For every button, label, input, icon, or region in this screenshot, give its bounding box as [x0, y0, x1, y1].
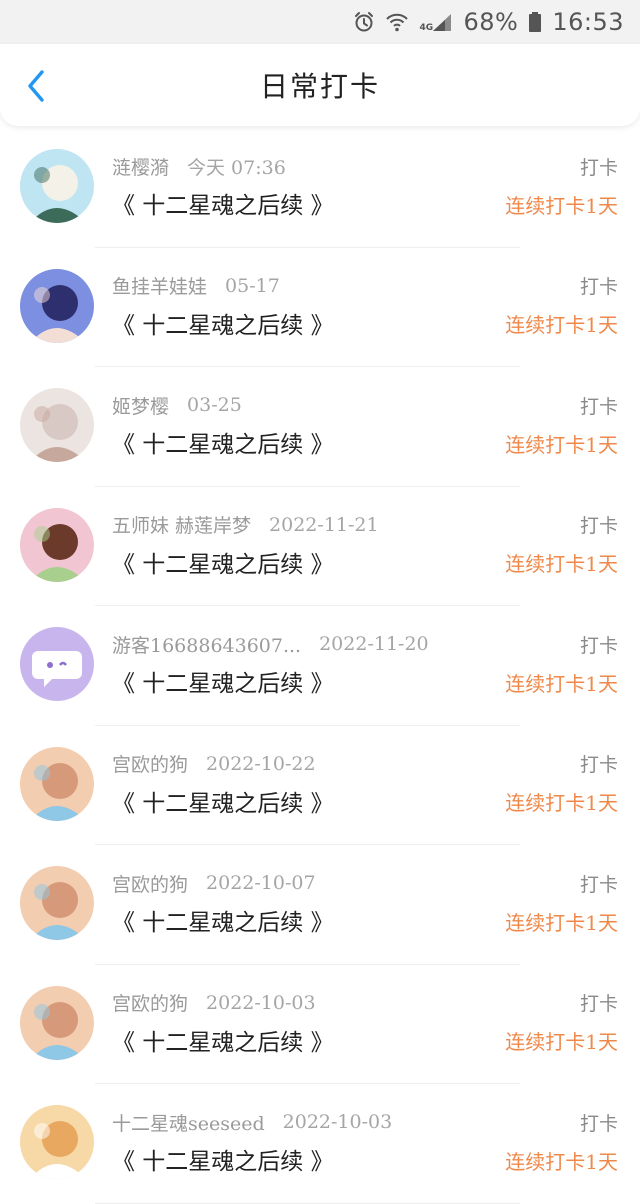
user-avatar-image: [20, 1105, 94, 1179]
checkin-row[interactable]: 十二星魂seeseed 2022-10-03 《 十二星魂之后续 》 打卡 连续…: [0, 1084, 640, 1204]
work-title[interactable]: 《 十二星魂之后续 》: [112, 903, 334, 937]
streak-badge: 连续打卡1天: [505, 193, 618, 218]
user-name[interactable]: 宫欧的狗: [112, 989, 188, 1016]
user-avatar-image: [20, 985, 94, 1060]
work-title[interactable]: 《 十二星魂之后续 》: [112, 545, 334, 579]
chat-bubble-avatar-icon: [20, 627, 94, 701]
checkin-label: 打卡: [579, 754, 618, 776]
checkin-date: 2022-10-07: [206, 872, 316, 894]
user-name[interactable]: 宫欧的狗: [112, 750, 188, 777]
page-title: 日常打卡: [259, 70, 380, 103]
avatar[interactable]: [20, 985, 94, 1060]
meta-line: 十二星魂seeseed 2022-10-03: [112, 1108, 392, 1136]
meta-line: 五师妹 赫莲岸梦 2022-11-21: [112, 511, 379, 539]
status-bar: 4G 68% 16:53: [0, 0, 640, 44]
meta-line: 涟樱漪 今天 07:36: [112, 152, 286, 180]
streak-badge: 连续打卡1天: [505, 791, 618, 815]
user-avatar-image: [20, 746, 94, 821]
work-title[interactable]: 《 十二星魂之后续 》: [112, 1023, 334, 1057]
checkin-label: 打卡: [579, 993, 618, 1015]
network-type: 4G: [419, 23, 434, 33]
meta-line: 游客16688643607... 2022-11-20: [112, 630, 429, 658]
avatar[interactable]: [20, 268, 94, 343]
user-name[interactable]: 游客16688643607...: [112, 631, 301, 658]
checkin-row[interactable]: 宫欧的狗 2022-10-03 《 十二星魂之后续 》 打卡 连续打卡1天: [0, 965, 640, 1084]
meta-line: 姬梦樱 03-25: [112, 391, 242, 419]
signal-icon: 4G: [419, 11, 453, 33]
avatar[interactable]: [20, 627, 94, 701]
checkin-row[interactable]: 游客16688643607... 2022-11-20 《 十二星魂之后续 》 …: [0, 606, 640, 726]
avatar[interactable]: [20, 1105, 94, 1179]
meta-line: 宫欧的狗 2022-10-07: [112, 869, 316, 897]
work-title[interactable]: 《 十二星魂之后续 》: [112, 784, 334, 818]
user-avatar-image: [20, 149, 94, 223]
battery-icon: [528, 11, 542, 33]
user-name[interactable]: 涟樱漪: [112, 153, 169, 180]
avatar[interactable]: [20, 507, 94, 582]
checkin-row[interactable]: 宫欧的狗 2022-10-07 《 十二星魂之后续 》 打卡 连续打卡1天: [0, 845, 640, 965]
checkin-date: 2022-10-03: [282, 1111, 393, 1133]
checkin-row[interactable]: 姬梦樱 03-25 《 十二星魂之后续 》 打卡 连续打卡1天: [0, 367, 640, 487]
user-avatar-image: [20, 507, 94, 582]
row-divider: [95, 1202, 520, 1204]
user-name[interactable]: 十二星魂seeseed: [112, 1109, 265, 1136]
header-bar: 日常打卡: [0, 44, 640, 126]
checkin-label: 打卡: [579, 1112, 618, 1135]
alarm-icon: [353, 11, 375, 33]
status-icons: 4G 68% 16:53: [353, 5, 624, 39]
checkin-row[interactable]: 五师妹 赫莲岸梦 2022-11-21 《 十二星魂之后续 》 打卡 连续打卡1…: [0, 487, 640, 606]
user-name[interactable]: 五师妹 赫莲岸梦: [112, 511, 251, 538]
streak-badge: 连续打卡1天: [505, 1149, 618, 1174]
streak-badge: 连续打卡1天: [505, 432, 618, 457]
checkin-label: 打卡: [579, 395, 618, 418]
avatar[interactable]: [20, 746, 94, 821]
avatar[interactable]: [20, 866, 94, 940]
checkin-date: 今天 07:36: [187, 156, 286, 179]
avatar[interactable]: [20, 149, 94, 223]
user-avatar-image: [20, 268, 94, 343]
checkin-row[interactable]: 宫欧的狗 2022-10-22 《 十二星魂之后续 》 打卡 连续打卡1天: [0, 726, 640, 845]
checkin-label: 打卡: [579, 515, 618, 537]
user-name[interactable]: 姬梦樱: [112, 392, 169, 419]
streak-badge: 连续打卡1天: [505, 313, 618, 337]
streak-badge: 连续打卡1天: [505, 671, 618, 696]
checkin-label: 打卡: [579, 873, 618, 896]
streak-badge: 连续打卡1天: [505, 1030, 618, 1054]
checkin-label: 打卡: [579, 634, 618, 657]
work-title[interactable]: 《 十二星魂之后续 》: [112, 186, 334, 220]
checkin-date: 2022-10-22: [206, 752, 316, 775]
work-title[interactable]: 《 十二星魂之后续 》: [112, 664, 334, 698]
user-name[interactable]: 宫欧的狗: [112, 870, 188, 897]
clock: 16:53: [552, 8, 624, 36]
user-avatar-image: [20, 866, 94, 940]
streak-badge: 连续打卡1天: [505, 552, 618, 576]
checkin-label: 打卡: [579, 276, 618, 298]
avatar[interactable]: [20, 388, 94, 462]
meta-line: 宫欧的狗 2022-10-03: [112, 989, 316, 1017]
streak-badge: 连续打卡1天: [505, 910, 618, 935]
work-title[interactable]: 《 十二星魂之后续 》: [112, 306, 334, 340]
checkin-row[interactable]: 鱼挂羊娃娃 05-17 《 十二星魂之后续 》 打卡 连续打卡1天: [0, 248, 640, 367]
battery-percent: 68%: [463, 8, 519, 36]
user-avatar-image: [20, 388, 94, 462]
wifi-icon: [385, 11, 409, 33]
meta-line: 鱼挂羊娃娃 05-17: [112, 272, 280, 300]
checkin-list: 涟樱漪 今天 07:36 《 十二星魂之后续 》 打卡 连续打卡1天 鱼挂羊娃娃…: [0, 128, 640, 1204]
checkin-date: 03-25: [187, 394, 242, 416]
checkin-date: 05-17: [225, 274, 280, 297]
checkin-label: 打卡: [579, 156, 618, 179]
checkin-date: 2022-11-21: [269, 513, 379, 536]
checkin-row[interactable]: 涟樱漪 今天 07:36 《 十二星魂之后续 》 打卡 连续打卡1天: [0, 128, 640, 248]
user-name[interactable]: 鱼挂羊娃娃: [112, 272, 207, 299]
meta-line: 宫欧的狗 2022-10-22: [112, 750, 316, 778]
checkin-date: 2022-11-20: [319, 633, 429, 655]
work-title[interactable]: 《 十二星魂之后续 》: [112, 1142, 334, 1176]
work-title[interactable]: 《 十二星魂之后续 》: [112, 425, 334, 459]
checkin-date: 2022-10-03: [206, 991, 316, 1014]
